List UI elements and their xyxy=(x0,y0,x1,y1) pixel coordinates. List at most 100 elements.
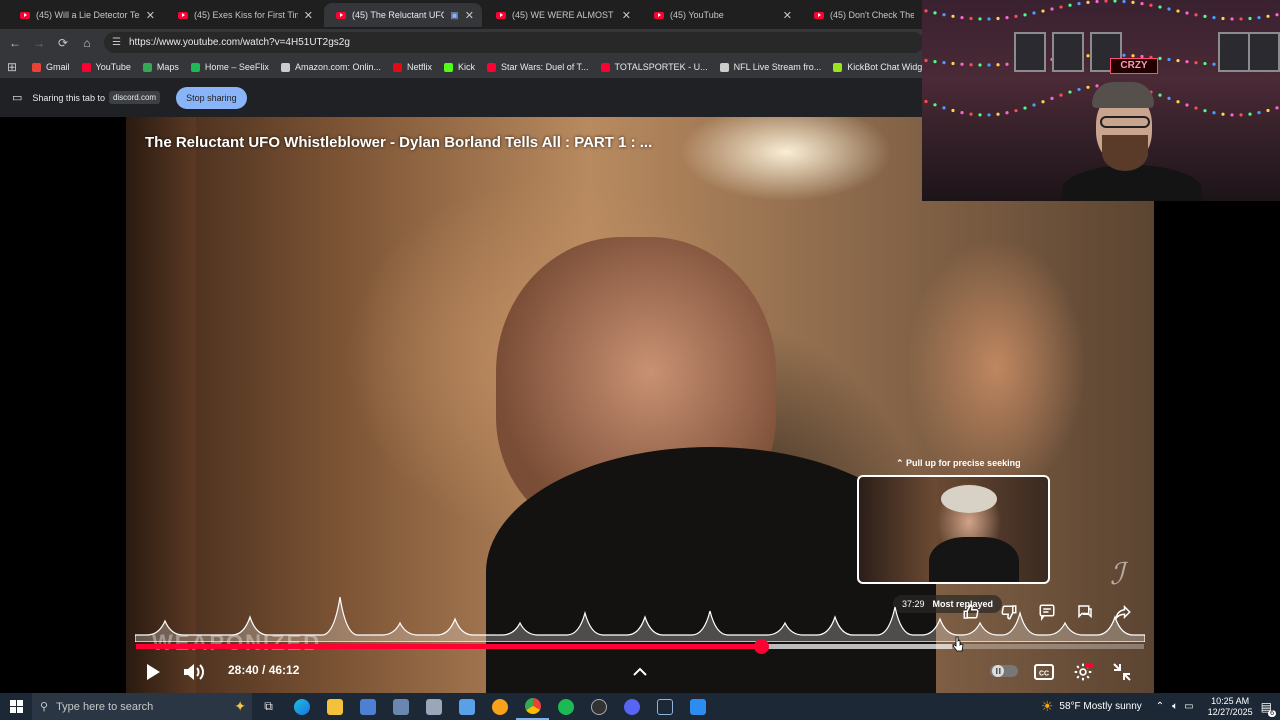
video-player[interactable]: The Reluctant UFO Whistleblower - Dylan … xyxy=(0,117,1280,693)
reload-icon[interactable]: ⟳ xyxy=(51,36,75,50)
bookmark-item[interactable]: Gmail xyxy=(32,62,70,72)
bookmark-list: Gmail YouTube Maps Home – SeeFlix Amazon.com… xyxy=(32,62,996,72)
volume-icon[interactable]: 🔈︎ xyxy=(1172,701,1178,712)
taskbar-search-box[interactable]: ⚲ Type here to search ✦ xyxy=(32,693,252,720)
close-icon[interactable]: ✕ xyxy=(146,9,155,22)
bookmark-item[interactable]: YouTube xyxy=(81,62,131,72)
discord-icon[interactable] xyxy=(615,693,648,720)
file-explorer-icon[interactable] xyxy=(318,693,351,720)
tab-2[interactable]: (45) Exes Kiss for First Time Sin... ✕ xyxy=(166,3,321,27)
chevron-up-icon[interactable]: ⌃ xyxy=(1156,701,1164,712)
weather-text[interactable]: 58°F Mostly sunny xyxy=(1059,701,1141,712)
steam-icon[interactable] xyxy=(648,693,681,720)
close-icon[interactable]: ✕ xyxy=(783,9,792,22)
tab-title: (45) Exes Kiss for First Time Sin... xyxy=(194,10,298,20)
play-icon[interactable] xyxy=(142,661,164,683)
sharing-text: Sharing this tab to xyxy=(32,92,105,103)
brave-icon[interactable] xyxy=(483,693,516,720)
app-icon-5[interactable] xyxy=(681,693,714,720)
bookmark-favicon-icon xyxy=(719,62,729,72)
search-icon: ⚲ xyxy=(40,701,49,713)
site-info-icon[interactable]: ☰ xyxy=(112,37,121,48)
bookmark-item[interactable]: Home – SeeFlix xyxy=(190,62,269,72)
bookmark-favicon-icon xyxy=(833,62,843,72)
chrome-icon[interactable] xyxy=(516,693,549,720)
apps-grid-icon[interactable]: ⊞ xyxy=(0,60,24,74)
webcam-overlay: CRZY xyxy=(922,0,1280,201)
bookmark-favicon-icon xyxy=(190,62,200,72)
tab-1[interactable]: (45) Will a Lie Detector Test De... ✕ xyxy=(8,3,163,27)
forward-icon[interactable]: → xyxy=(27,36,51,50)
copilot-sparkle-icon[interactable]: ✦ xyxy=(234,698,246,715)
bookmark-label: YouTube xyxy=(95,62,131,72)
bookmark-item[interactable]: Star Wars: Duel of T... xyxy=(487,62,589,72)
bookmark-item[interactable]: TOTALSPORTEK - U... xyxy=(600,62,708,72)
seek-preview-thumbnail xyxy=(857,475,1050,584)
captions-icon[interactable]: CC xyxy=(1032,661,1056,683)
bookmark-label: KickBot Chat Widget xyxy=(847,62,930,72)
edge-icon[interactable] xyxy=(285,693,318,720)
app-icon-3[interactable] xyxy=(450,693,483,720)
bookmark-favicon-icon xyxy=(32,62,41,72)
youtube-icon xyxy=(336,11,346,19)
bookmark-item[interactable]: Netflix xyxy=(392,62,432,72)
tab-5[interactable]: (45) YouTube ✕ xyxy=(642,3,800,27)
bookmark-item[interactable]: Amazon.com: Onlin... xyxy=(280,62,381,72)
tab-4[interactable]: (45) WE WERE ALMOST IN TEA... ✕ xyxy=(484,3,639,27)
close-icon[interactable]: ✕ xyxy=(465,9,474,22)
bookmark-item[interactable]: Kick xyxy=(444,62,475,72)
bookmark-label: Netflix xyxy=(406,62,432,72)
spotify-icon[interactable] xyxy=(549,693,582,720)
bookmark-label: Star Wars: Duel of T... xyxy=(501,62,589,72)
notifications-icon[interactable]: ▤ 6 xyxy=(1261,700,1276,717)
chevron-up-icon[interactable] xyxy=(628,663,652,681)
youtube-icon xyxy=(178,11,188,19)
youtube-icon xyxy=(814,11,824,19)
bookmark-favicon-icon xyxy=(392,62,402,72)
bookmark-label: TOTALSPORTEK - U... xyxy=(614,62,708,72)
progress-bar[interactable] xyxy=(136,639,1144,654)
home-icon[interactable]: ⌂ xyxy=(75,36,99,50)
app-icon-1[interactable] xyxy=(351,693,384,720)
scrubber-handle[interactable] xyxy=(753,639,769,654)
task-view-icon[interactable]: ⧉ xyxy=(252,693,285,720)
channel-watermark-icon[interactable]: ℐ xyxy=(1110,557,1124,592)
close-icon[interactable]: ✕ xyxy=(304,9,313,22)
autoplay-toggle[interactable] xyxy=(990,663,1018,679)
video-title[interactable]: The Reluctant UFO Whistleblower - Dylan … xyxy=(145,134,652,151)
youtube-icon xyxy=(654,11,664,19)
network-icon[interactable]: ▭ xyxy=(1184,701,1193,712)
bookmark-item[interactable]: KickBot Chat Widget xyxy=(833,62,930,72)
bookmark-label: Kick xyxy=(458,62,476,72)
stop-sharing-button[interactable]: Stop sharing xyxy=(176,86,247,109)
clock-date: 12/27/2025 xyxy=(1207,706,1253,717)
bookmark-item[interactable]: NFL Live Stream fro... xyxy=(719,62,821,72)
settings-gear-icon[interactable] xyxy=(1070,660,1096,684)
app-icon-4[interactable] xyxy=(582,693,615,720)
youtube-icon xyxy=(20,11,30,19)
screen: (45) Will a Lie Detector Test De... ✕ (4… xyxy=(0,0,1280,720)
neon-sign: CRZY xyxy=(1110,58,1158,74)
bookmark-label: Amazon.com: Onlin... xyxy=(294,62,381,72)
precise-seek-hint: ⌃ Pull up for precise seeking xyxy=(896,458,1021,468)
back-icon[interactable]: ← xyxy=(3,36,27,50)
windows-taskbar: ⚲ Type here to search ✦ ⧉ ☀ 58°F Mostly … xyxy=(0,693,1280,720)
tab-title: (45) Don't Check The Sound xyxy=(830,10,914,20)
close-icon[interactable]: ✕ xyxy=(622,9,631,22)
tab-6[interactable]: (45) Don't Check The Sound xyxy=(802,3,922,27)
bookmark-item[interactable]: Maps xyxy=(142,62,179,72)
windows-start-icon[interactable] xyxy=(0,700,32,713)
calculator-icon[interactable] xyxy=(384,693,417,720)
weather-icon: ☀ xyxy=(1040,698,1054,714)
address-bar[interactable]: ☰ https://www.youtube.com/watch?v=4H51UT… xyxy=(104,32,924,53)
volume-icon[interactable] xyxy=(182,661,206,683)
exit-fullscreen-icon[interactable] xyxy=(1110,661,1134,683)
search-placeholder: Type here to search xyxy=(56,700,154,713)
tab-title: (45) Will a Lie Detector Test De... xyxy=(36,10,140,20)
clock[interactable]: 10:25 AM 12/27/2025 xyxy=(1208,696,1253,718)
app-icon-2[interactable] xyxy=(417,693,450,720)
bookmark-label: Maps xyxy=(156,62,179,72)
share-target: discord.com xyxy=(108,91,161,104)
tab-3-active[interactable]: (45) The Reluctant UFO Wh... ▣ ✕ xyxy=(324,3,482,27)
bookmark-favicon-icon xyxy=(142,62,152,72)
